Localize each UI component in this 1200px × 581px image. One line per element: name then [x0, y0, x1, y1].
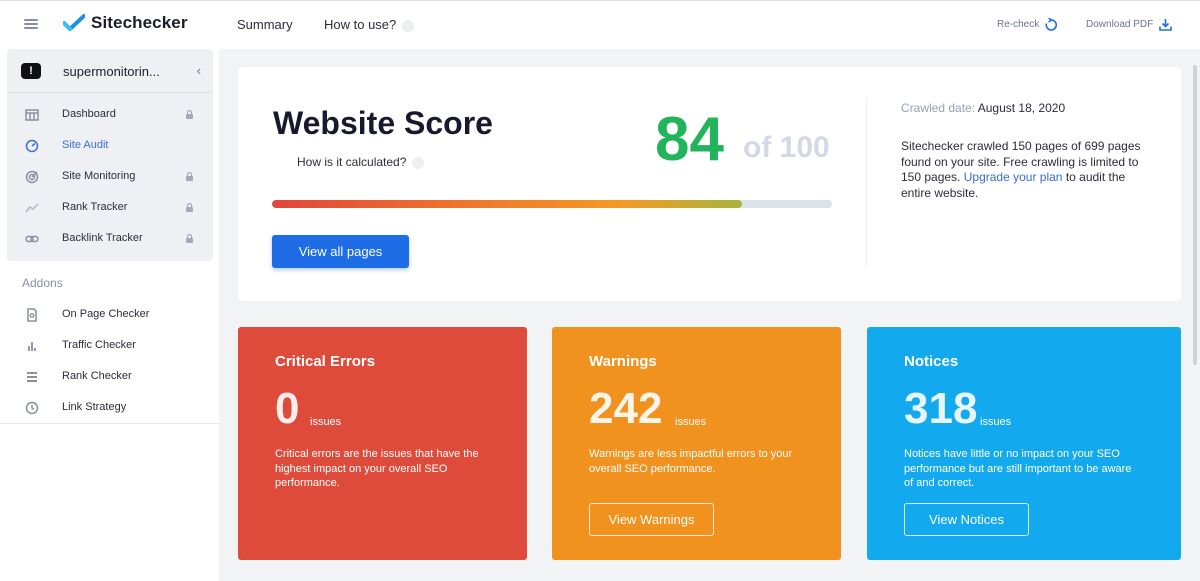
- download-pdf-button[interactable]: Download PDF: [1086, 18, 1173, 31]
- card-divider: [866, 99, 867, 267]
- project-name: supermonitorin...: [63, 63, 160, 79]
- sidebar-item-on-page-checker[interactable]: On Page Checker: [0, 303, 219, 327]
- bar-chart-icon: [28, 342, 36, 351]
- help-icon[interactable]: [412, 156, 425, 169]
- card-title: Warnings: [589, 353, 657, 370]
- view-warnings-button[interactable]: View Warnings: [589, 503, 714, 536]
- card-title: Notices: [904, 353, 959, 370]
- dashboard-icon: [25, 109, 39, 121]
- score-value: 84: [655, 105, 724, 174]
- sidebar-item-label: Rank Checker: [62, 370, 132, 382]
- refresh-icon: [1045, 18, 1058, 31]
- download-icon: [1159, 19, 1173, 31]
- how-calculated-link[interactable]: How is it calculated?: [297, 155, 425, 169]
- card-description: Critical errors are the issues that have…: [275, 448, 479, 489]
- sidebar-item-rank-checker[interactable]: Rank Checker: [0, 365, 219, 389]
- card-title: Critical Errors: [275, 353, 376, 370]
- site-status-badge: !: [21, 63, 41, 79]
- crawled-date-value: August 18, 2020: [977, 101, 1066, 115]
- crawled-date: Crawled date: August 18, 2020: [901, 101, 1065, 115]
- notices-card: Notices 318 issues Notices have little o…: [867, 327, 1181, 560]
- history-icon: [25, 401, 39, 415]
- addons-heading: Addons: [22, 276, 63, 290]
- score-progress-fill: [272, 200, 743, 208]
- sidebar-item-link-strategy[interactable]: Link Strategy: [0, 396, 219, 420]
- sidebar-divider: [0, 423, 219, 424]
- view-notices-button[interactable]: View Notices: [904, 503, 1029, 536]
- project-selector[interactable]: ! supermonitorin... ‹: [21, 61, 201, 81]
- brand-name: Sitechecker: [91, 13, 188, 32]
- sidebar-item-rank-tracker[interactable]: Rank Tracker: [7, 196, 213, 220]
- project-panel: ! supermonitorin... ‹ Dashboard Site Aud…: [7, 49, 213, 261]
- link-icon: [25, 235, 39, 243]
- lock-icon: [186, 234, 193, 243]
- sidebar-item-dashboard[interactable]: Dashboard: [7, 103, 213, 127]
- crawled-date-label: Crawled date:: [901, 101, 976, 115]
- how-calculated-label: How is it calculated?: [297, 155, 407, 169]
- checkmark-logo-icon: [63, 14, 85, 31]
- critical-errors-card: Critical Errors 0 issues Critical errors…: [238, 327, 527, 560]
- issues-unit: issues: [980, 416, 1012, 428]
- top-bar: Sitechecker Summary How to use? Re-check…: [0, 1, 1200, 49]
- trend-line-icon: [25, 203, 39, 213]
- score-progress-bar: [272, 200, 832, 208]
- page-scrollbar[interactable]: [1190, 49, 1200, 581]
- nav-summary[interactable]: Summary: [237, 17, 293, 32]
- gauge-icon: [25, 139, 39, 153]
- lock-icon: [186, 203, 193, 212]
- radar-icon: [25, 170, 39, 184]
- list-icon: [27, 372, 37, 382]
- panel-divider: [7, 92, 213, 93]
- sidebar-item-label: Site Monitoring: [62, 170, 136, 182]
- website-score-card: Website Score How is it calculated? 84 o…: [238, 67, 1181, 301]
- help-icon[interactable]: [402, 19, 415, 32]
- sidebar-item-label: Site Audit: [62, 139, 109, 151]
- sidebar-item-label: Link Strategy: [62, 401, 127, 413]
- nav-how-to-use-label: How to use?: [324, 17, 397, 32]
- warnings-count: 242: [589, 384, 663, 433]
- sidebar-item-backlink-tracker[interactable]: Backlink Tracker: [7, 227, 213, 251]
- score-total: of 100: [743, 131, 830, 164]
- nav-how-to-use[interactable]: How to use?: [324, 17, 415, 32]
- collapse-chevron-icon[interactable]: ‹: [197, 63, 201, 78]
- recheck-label: Re-check: [997, 19, 1040, 30]
- warnings-card: Warnings 242 issues Warnings are less im…: [552, 327, 841, 560]
- sidebar-item-label: On Page Checker: [62, 308, 150, 320]
- download-pdf-label: Download PDF: [1086, 19, 1154, 30]
- sidebar-item-label: Rank Tracker: [62, 201, 128, 213]
- sidebar-item-label: Dashboard: [62, 108, 116, 120]
- critical-errors-count: 0: [275, 384, 300, 433]
- sidebar-item-site-monitoring[interactable]: Site Monitoring: [7, 165, 213, 189]
- card-description: Warnings are less impactful errors to yo…: [589, 448, 793, 475]
- sidebar: ! supermonitorin... ‹ Dashboard Site Aud…: [0, 49, 219, 581]
- crawl-description: Sitechecker crawled 150 pages of 699 pag…: [901, 139, 1146, 201]
- lock-icon: [186, 172, 193, 181]
- view-all-pages-button[interactable]: View all pages: [272, 235, 409, 268]
- score-title: Website Score: [273, 105, 493, 141]
- sidebar-item-label: Backlink Tracker: [62, 232, 143, 244]
- sidebar-item-site-audit[interactable]: Site Audit: [7, 134, 213, 158]
- sidebar-item-label: Traffic Checker: [62, 339, 136, 351]
- app-logo[interactable]: Sitechecker: [63, 13, 188, 33]
- scrollbar-thumb[interactable]: [1193, 65, 1197, 365]
- lock-icon: [186, 110, 193, 119]
- card-description: Notices have little or no impact on your…: [904, 448, 1132, 489]
- recheck-button[interactable]: Re-check: [997, 18, 1058, 31]
- issues-unit: issues: [310, 416, 342, 428]
- sidebar-item-traffic-checker[interactable]: Traffic Checker: [0, 334, 219, 358]
- upgrade-plan-link[interactable]: Upgrade your plan: [964, 170, 1063, 184]
- menu-icon[interactable]: [24, 17, 38, 31]
- page-search-icon: [27, 308, 37, 322]
- issues-unit: issues: [675, 416, 707, 428]
- notices-count: 318: [904, 384, 978, 433]
